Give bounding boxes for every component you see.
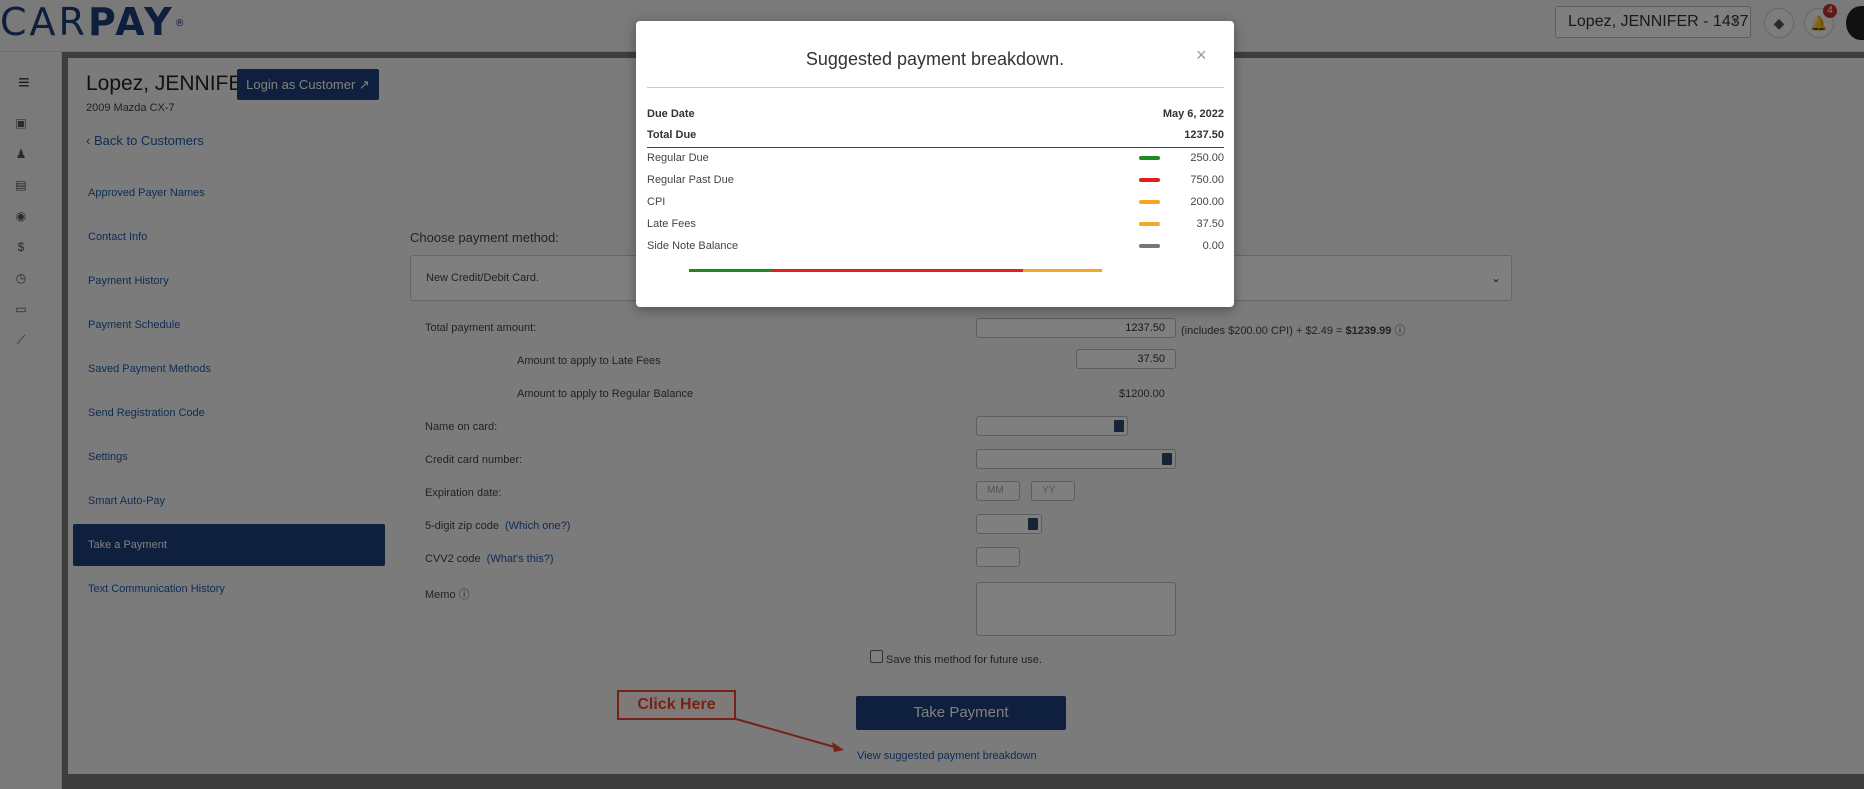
total-due-row: Total Due 1237.50 xyxy=(647,129,1224,141)
due-date-row: Due Date May 6, 2022 xyxy=(647,108,1224,120)
breakdown-bar-segment xyxy=(1089,269,1102,272)
breakdown-proportion-bar xyxy=(689,269,1102,272)
side-note-balance-swatch xyxy=(1139,244,1160,248)
payment-breakdown-modal: Suggested payment breakdown. × Due Date … xyxy=(636,21,1234,307)
breakdown-row: Regular Due 250.00 xyxy=(647,152,1224,164)
breakdown-row: Side Note Balance 0.00 xyxy=(647,240,1224,252)
breakdown-row: CPI 200.00 xyxy=(647,196,1224,208)
close-icon[interactable]: × xyxy=(1196,45,1207,66)
regular-due-swatch xyxy=(1139,156,1160,160)
breakdown-bar-segment xyxy=(689,269,773,272)
modal-title: Suggested payment breakdown. xyxy=(805,49,1065,69)
breakdown-bar-segment xyxy=(1022,269,1090,272)
breakdown-row: Regular Past Due 750.00 xyxy=(647,174,1224,186)
late-fees-swatch xyxy=(1139,222,1160,226)
breakdown-bar-segment xyxy=(772,269,1023,272)
cpi-swatch xyxy=(1139,200,1160,204)
breakdown-row: Late Fees 37.50 xyxy=(647,218,1224,230)
regular-past-due-swatch xyxy=(1139,178,1160,182)
total-divider xyxy=(647,147,1224,148)
modal-divider xyxy=(647,87,1224,88)
